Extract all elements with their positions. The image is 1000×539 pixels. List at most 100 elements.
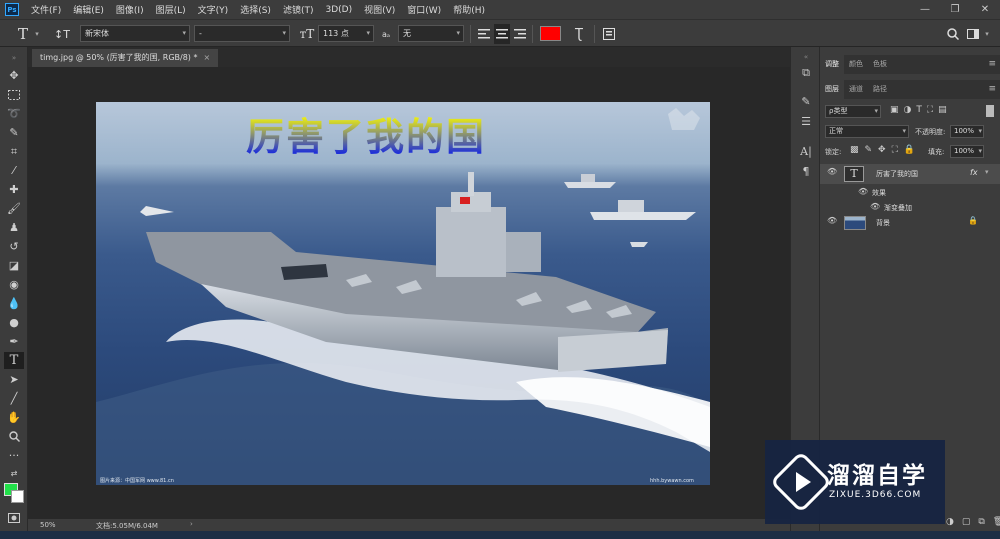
menu-bar: Ps 文件(F) 编辑(E) 图像(I) 图层(L) 文字(Y) 选择(S) 滤… xyxy=(0,0,1000,19)
document-tab[interactable]: timg.jpg @ 50% (厉害了我的国, RGB/8) * × xyxy=(32,49,219,67)
document-image[interactable]: 图片来源：中国军网 www.81.cn hhh.bywawn.com 厉害了我的… xyxy=(96,102,710,485)
collapse-panels-icon[interactable]: « xyxy=(798,49,814,65)
close-button[interactable]: ✕ xyxy=(970,0,1000,19)
chevron-down-icon[interactable]: ▾ xyxy=(982,24,992,44)
hand-tool-icon[interactable]: ✋ xyxy=(4,409,24,426)
layer-kind-filter[interactable]: ρ类型 ▾ xyxy=(825,105,881,118)
brush-tool-icon[interactable]: 🖌 xyxy=(4,200,24,217)
align-center-icon[interactable] xyxy=(494,24,510,44)
antialias-select[interactable]: 无 ▾ xyxy=(398,25,464,42)
menu-filter[interactable]: 滤镜(T) xyxy=(277,3,320,16)
canvas-area[interactable]: 图片来源：中国军网 www.81.cn hhh.bywawn.com 厉害了我的… xyxy=(28,67,790,519)
panel-menu-icon[interactable]: ≡ xyxy=(988,80,996,99)
visibility-eye-icon[interactable]: 👁 xyxy=(827,167,837,176)
menu-layer[interactable]: 图层(L) xyxy=(150,3,192,16)
font-family-select[interactable]: 新宋体 ▾ xyxy=(80,25,190,42)
text-color-swatch[interactable] xyxy=(540,26,561,41)
background-color-swatch[interactable] xyxy=(11,490,24,503)
tab-color[interactable]: 颜色 xyxy=(844,55,868,74)
layer-row-text[interactable]: 👁 T 厉害了我的国 fx ▾ xyxy=(820,164,1000,184)
dodge-tool-icon[interactable]: ● xyxy=(4,314,24,331)
search-icon[interactable] xyxy=(944,24,962,44)
history-brush-tool-icon[interactable]: ↺ xyxy=(4,238,24,255)
menu-window[interactable]: 窗口(W) xyxy=(401,3,447,16)
eyedropper-tool-icon[interactable]: ⁄ xyxy=(4,162,24,179)
menu-image[interactable]: 图像(I) xyxy=(110,3,150,16)
layer-name[interactable]: 厉害了我的国 xyxy=(876,169,918,179)
menu-help[interactable]: 帮助(H) xyxy=(447,3,491,16)
zoom-level[interactable]: 50% xyxy=(40,521,56,529)
align-left-icon[interactable] xyxy=(476,24,492,44)
layer-name[interactable]: 背景 xyxy=(876,218,890,228)
menu-select[interactable]: 选择(S) xyxy=(234,3,277,16)
type-tool-icon[interactable]: T xyxy=(4,352,24,369)
headline-text-layer[interactable]: 厉害了我的国 xyxy=(246,106,486,161)
healing-brush-tool-icon[interactable]: ✚ xyxy=(4,181,24,198)
eraser-tool-icon[interactable]: ◪ xyxy=(4,257,24,274)
tab-swatches[interactable]: 色板 xyxy=(868,55,892,74)
font-style-select[interactable]: - ▾ xyxy=(194,25,290,42)
menu-type[interactable]: 文字(Y) xyxy=(192,3,235,16)
tab-paths[interactable]: 路径 xyxy=(868,80,892,99)
lock-icons[interactable]: ▩✎✥⛶🔒 xyxy=(850,145,921,155)
more-tools-icon[interactable]: ··· xyxy=(4,447,24,464)
layers-panel-tabs: 图层 通道 路径 ≡ xyxy=(820,80,1000,99)
collapse-toolbox-icon[interactable]: » xyxy=(4,49,24,66)
visibility-eye-icon[interactable]: 👁 xyxy=(870,202,880,211)
menu-file[interactable]: 文件(F) xyxy=(25,3,67,16)
pen-tool-icon[interactable]: ✒ xyxy=(4,333,24,350)
marquee-tool-icon[interactable] xyxy=(4,86,24,103)
filter-toggle-icon[interactable] xyxy=(986,105,994,117)
warp-text-icon[interactable]: Ʈ xyxy=(570,24,588,44)
swap-colors-icon[interactable]: ⇄ xyxy=(4,465,24,482)
zoom-tool-icon[interactable] xyxy=(4,428,24,445)
chevron-right-icon[interactable]: › xyxy=(190,520,193,528)
character-panel-icon[interactable] xyxy=(600,24,618,44)
tab-channels[interactable]: 通道 xyxy=(844,80,868,99)
fill-field[interactable]: 100% ▾ xyxy=(950,145,984,158)
menu-edit[interactable]: 编辑(E) xyxy=(67,3,110,16)
paragraph-panel-icon[interactable]: ¶ xyxy=(798,163,814,179)
tab-adjustments[interactable]: 调整 xyxy=(820,55,844,74)
visibility-eye-icon[interactable]: 👁 xyxy=(827,216,837,225)
adjust-panel-icon[interactable]: ☰ xyxy=(798,113,814,129)
options-bar: T ▾ ↕T 新宋体 ▾ - ▾ ᴛT 113 点 ▾ aₐ 无 ▾ Ʈ ▾ xyxy=(0,19,1000,47)
close-tab-icon[interactable]: × xyxy=(203,53,210,62)
blend-mode-select[interactable]: 正常 ▾ xyxy=(825,125,909,138)
lasso-tool-icon[interactable]: ➰ xyxy=(4,105,24,122)
path-select-tool-icon[interactable]: ➤ xyxy=(4,371,24,388)
line-tool-icon[interactable]: ╱ xyxy=(4,390,24,407)
quick-mask-icon[interactable] xyxy=(4,509,24,526)
brush-settings-icon[interactable]: ✎ xyxy=(798,93,814,109)
fx-badge[interactable]: fx xyxy=(970,168,978,177)
minimize-button[interactable]: — xyxy=(910,0,940,19)
move-tool-icon[interactable]: ✥ xyxy=(4,67,24,84)
blur-tool-icon[interactable]: 💧 xyxy=(4,295,24,312)
text-orientation-icon[interactable]: ↕T xyxy=(54,24,70,44)
crop-tool-icon[interactable]: ⌗ xyxy=(4,143,24,160)
document-size[interactable]: 文档:5.05M/6.04M xyxy=(96,521,158,531)
visibility-eye-icon[interactable]: 👁 xyxy=(858,187,868,196)
type-tool-preset-icon[interactable]: T xyxy=(14,24,32,44)
layer-filter-icons[interactable]: ▣◑T⛶▤ xyxy=(890,105,952,115)
workspace-icon[interactable] xyxy=(966,24,980,44)
align-right-icon[interactable] xyxy=(512,24,528,44)
chevron-down-icon[interactable]: ▾ xyxy=(985,168,989,176)
tab-layers[interactable]: 图层 xyxy=(820,80,844,99)
history-panel-icon[interactable]: ⧉ xyxy=(798,65,814,81)
layer-actions-icons[interactable]: ◑▢⧉🗑 xyxy=(946,517,1000,527)
paint-bucket-tool-icon[interactable]: ◉ xyxy=(4,276,24,293)
font-size-select[interactable]: 113 点 ▾ xyxy=(318,25,374,42)
chevron-down-icon[interactable]: ▾ xyxy=(32,24,42,44)
menu-view[interactable]: 视图(V) xyxy=(358,3,401,16)
menu-3d[interactable]: 3D(D) xyxy=(319,5,358,15)
opacity-value: 100% xyxy=(954,127,975,135)
restore-button[interactable]: ❐ xyxy=(940,0,970,19)
font-size-icon: ᴛT xyxy=(299,27,315,41)
clone-stamp-tool-icon[interactable]: ♟ xyxy=(4,219,24,236)
quick-select-tool-icon[interactable]: ✎ xyxy=(4,124,24,141)
opacity-field[interactable]: 100% ▾ xyxy=(950,125,984,138)
character-panel-icon[interactable]: A| xyxy=(798,143,814,159)
panel-menu-icon[interactable]: ≡ xyxy=(988,55,996,74)
layer-row-background[interactable]: 👁 背景 🔒 xyxy=(820,213,1000,233)
